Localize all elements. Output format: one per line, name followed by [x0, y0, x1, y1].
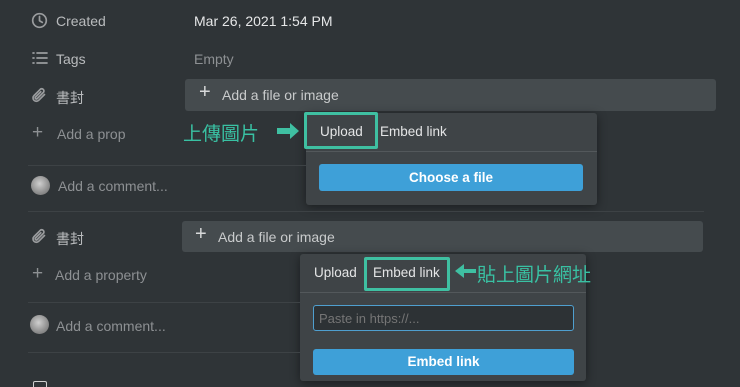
paperclip-icon — [31, 228, 48, 250]
plus-icon: + — [195, 223, 207, 245]
tab-separator — [300, 292, 586, 293]
divider — [28, 352, 300, 353]
avatar — [31, 176, 50, 195]
add-comment-input[interactable]: Add a comment... — [56, 318, 166, 334]
paperclip-icon — [31, 87, 48, 109]
upload-annotation: 上傳圖片 — [183, 123, 260, 145]
partial-checkbox — [33, 381, 47, 387]
embed-annotation: 貼上圖片網址 — [477, 264, 592, 286]
tags-label: Tags — [56, 51, 86, 67]
tab-separator — [306, 151, 597, 152]
upload-highlight — [304, 112, 378, 149]
tab-embed-link[interactable]: Embed link — [380, 124, 447, 139]
cover-label: 書封 — [56, 231, 84, 247]
clock-icon — [31, 12, 48, 34]
tags-value[interactable]: Empty — [194, 51, 234, 67]
choose-file-label: Choose a file — [408, 170, 494, 185]
tab-upload[interactable]: Upload — [314, 265, 357, 280]
add-property-button[interactable]: Add a prop — [57, 126, 126, 142]
add-comment-input[interactable]: Add a comment... — [58, 178, 168, 194]
plus-icon: + — [32, 263, 44, 284]
embed-link-button[interactable]: Embed link — [313, 349, 574, 375]
embed-highlight — [364, 257, 450, 291]
add-file-bar[interactable]: + Add a file or image — [185, 79, 716, 111]
plus-icon: + — [32, 122, 44, 143]
created-label: Created — [56, 13, 106, 29]
arrow-right-icon — [275, 121, 301, 146]
divider — [28, 211, 704, 212]
add-file-label: Add a file or image — [218, 229, 335, 245]
arrow-left-icon — [454, 262, 478, 285]
add-file-bar[interactable]: + Add a file or image — [182, 221, 703, 252]
embed-link-label: Embed link — [407, 354, 480, 369]
list-icon — [32, 51, 48, 70]
plus-icon: + — [199, 81, 211, 103]
choose-file-button[interactable]: Choose a file — [319, 164, 583, 191]
url-input[interactable] — [313, 305, 574, 331]
divider — [28, 165, 306, 166]
divider — [28, 302, 300, 303]
cover-label: 書封 — [56, 90, 84, 106]
avatar — [30, 315, 49, 334]
add-file-label: Add a file or image — [222, 87, 339, 103]
created-value: Mar 26, 2021 1:54 PM — [194, 13, 333, 29]
add-property-button[interactable]: Add a property — [55, 267, 147, 283]
